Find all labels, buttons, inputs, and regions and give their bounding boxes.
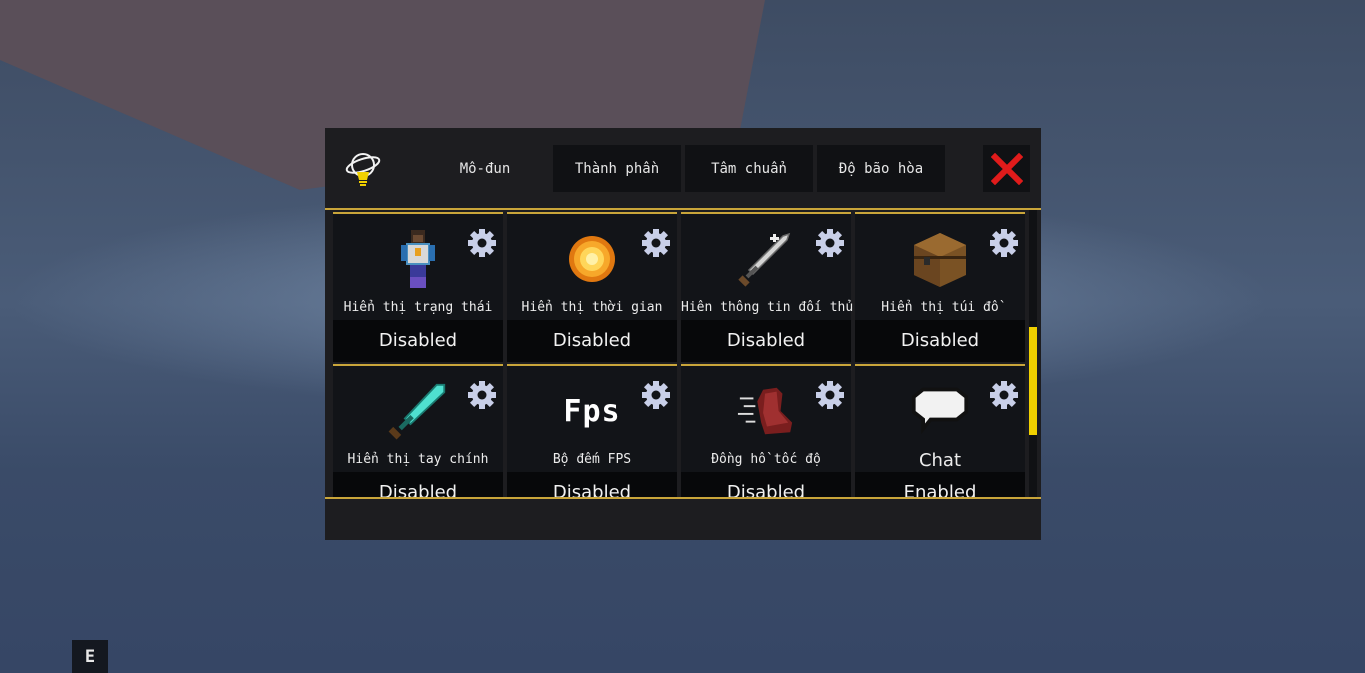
close-button[interactable]	[983, 145, 1030, 192]
module-name: Chat	[918, 450, 962, 471]
tab-components[interactable]: Thành phần	[553, 145, 681, 192]
diamond-sword-icon	[388, 380, 448, 442]
module-status-toggle[interactable]: Disabled	[507, 472, 677, 497]
armor-stand-icon	[388, 228, 448, 290]
chat-bubble-icon	[910, 380, 970, 442]
module-status-toggle[interactable]: Enabled	[855, 472, 1025, 497]
top-bar: Mô-đun Thành phần Tâm chuẩn Độ bão hòa	[325, 128, 1041, 208]
module-card: Đồng hồ tốc độ Disabled	[681, 364, 851, 497]
speed-boot-icon	[736, 380, 796, 442]
client-logo-icon	[343, 148, 385, 190]
sword-icon	[736, 228, 796, 290]
module-status-toggle[interactable]: Disabled	[681, 320, 851, 362]
module-status-toggle[interactable]: Disabled	[507, 320, 677, 362]
module-name: Hiên thông tin đối thủ	[681, 300, 854, 315]
tab-modules[interactable]: Mô-đun	[421, 145, 549, 192]
module-name: Hiển thị túi đồ	[881, 300, 999, 315]
module-card: Fps Bộ đếm FPS Disabled	[507, 364, 677, 497]
divider-bottom	[325, 497, 1041, 499]
key-hint: E	[72, 640, 108, 673]
settings-gear-icon[interactable]	[815, 228, 845, 258]
settings-gear-icon[interactable]	[989, 228, 1019, 258]
settings-gear-icon[interactable]	[641, 228, 671, 258]
chest-icon	[910, 228, 970, 290]
module-card: Hiển thị thời gian Disabled	[507, 212, 677, 362]
module-card: Chat Enabled	[855, 364, 1025, 497]
mod-menu-panel: Mô-đun Thành phần Tâm chuẩn Độ bão hòa H…	[325, 128, 1041, 540]
tab-crosshair[interactable]: Tâm chuẩn	[685, 145, 813, 192]
module-name: Hiển thị thời gian	[521, 300, 663, 315]
module-name: Đồng hồ tốc độ	[711, 452, 821, 467]
settings-gear-icon[interactable]	[467, 228, 497, 258]
module-name: Hiển thị tay chính	[347, 452, 489, 467]
fps-icon-text: Fps	[563, 393, 621, 429]
module-name: Hiển thị trạng thái	[343, 300, 493, 315]
module-name: Bộ đếm FPS	[552, 452, 632, 467]
close-icon	[990, 152, 1023, 185]
settings-gear-icon[interactable]	[641, 380, 671, 410]
settings-gear-icon[interactable]	[467, 380, 497, 410]
scrollbar[interactable]	[1029, 210, 1037, 497]
module-status-toggle[interactable]: Disabled	[681, 472, 851, 497]
settings-gear-icon[interactable]	[815, 380, 845, 410]
sun-icon	[562, 228, 622, 290]
module-list: Hiển thị trạng thái Disabled Hiển thị th…	[325, 210, 1041, 497]
fps-icon: Fps	[562, 380, 622, 442]
module-status-toggle[interactable]: Disabled	[855, 320, 1025, 362]
module-card: Hiển thị trạng thái Disabled	[333, 212, 503, 362]
module-status-toggle[interactable]: Disabled	[333, 472, 503, 497]
module-card: Hiên thông tin đối thủ Disabled	[681, 212, 854, 362]
tab-saturation[interactable]: Độ bão hòa	[817, 145, 945, 192]
scrollbar-thumb[interactable]	[1029, 327, 1037, 435]
module-card: Hiển thị túi đồ Disabled	[855, 212, 1025, 362]
settings-gear-icon[interactable]	[989, 380, 1019, 410]
module-status-toggle[interactable]: Disabled	[333, 320, 503, 362]
module-card: Hiển thị tay chính Disabled	[333, 364, 503, 497]
